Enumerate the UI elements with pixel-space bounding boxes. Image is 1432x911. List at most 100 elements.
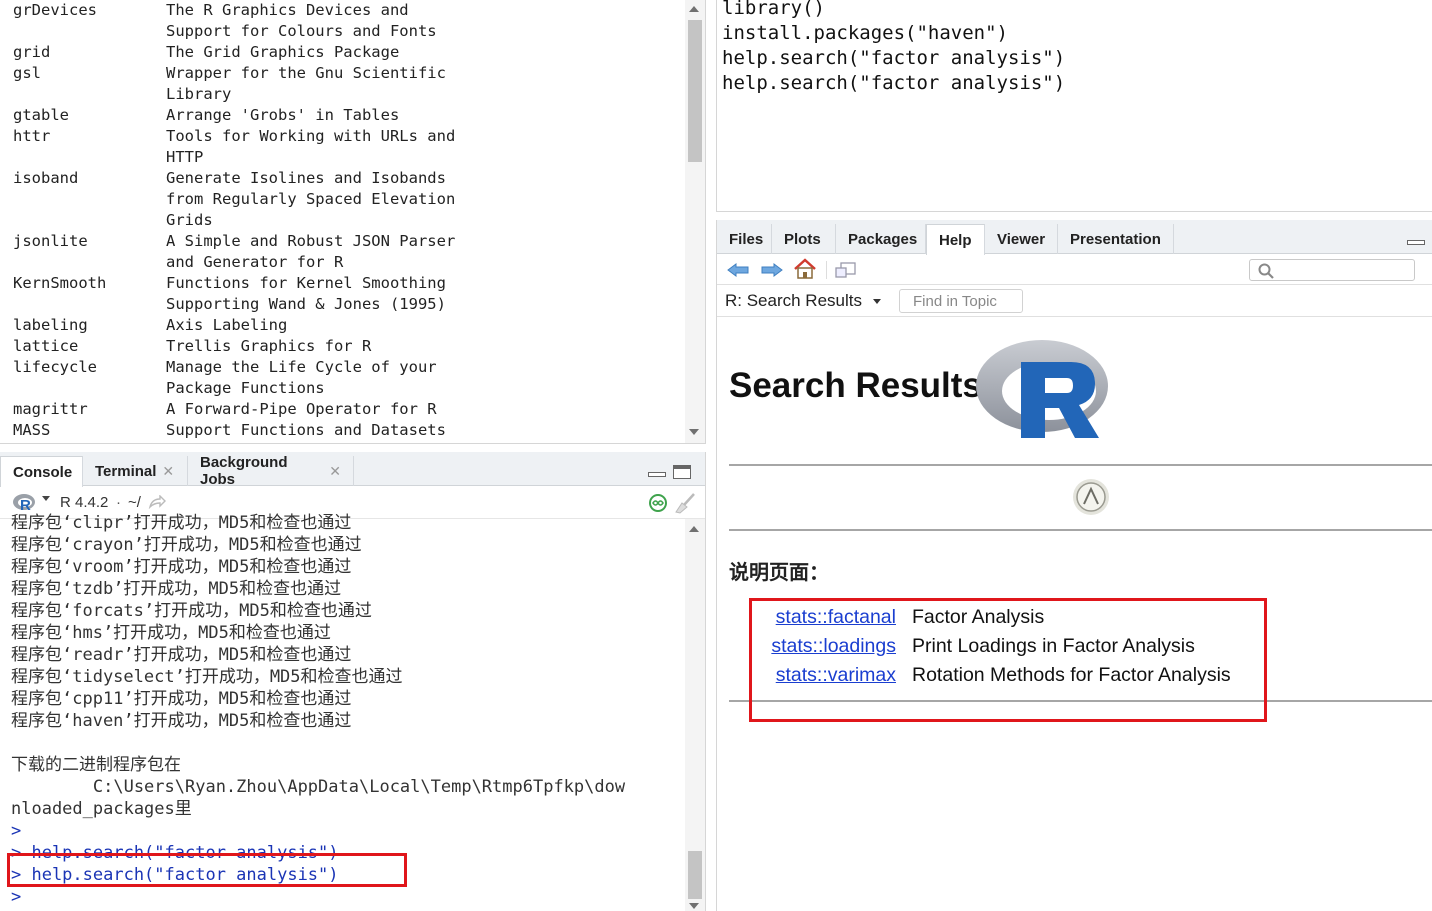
scroll-up-icon[interactable] bbox=[689, 6, 699, 12]
go-to-directory-icon[interactable] bbox=[148, 495, 166, 509]
console-tabbar: Console Terminal ✕ Background Jobs ✕ bbox=[0, 452, 705, 488]
package-name bbox=[13, 378, 166, 399]
close-icon[interactable]: ✕ bbox=[329, 463, 341, 480]
package-name[interactable]: grid bbox=[13, 42, 166, 63]
scroll-down-icon[interactable] bbox=[689, 903, 699, 909]
close-icon[interactable]: ✕ bbox=[162, 463, 174, 480]
section-title: 说明页面： bbox=[729, 560, 829, 584]
tab-label: Help bbox=[939, 231, 972, 249]
back-arrow-icon[interactable] bbox=[727, 263, 749, 277]
tab-label: Packages bbox=[848, 230, 918, 248]
package-description: and Generator for R bbox=[166, 253, 344, 271]
help-page-dropdown[interactable]: R: Search Results bbox=[725, 291, 881, 311]
tab-label: Files bbox=[729, 230, 764, 248]
package-row: lattice Trellis Graphics for R bbox=[13, 336, 673, 357]
package-description: A Simple and Robust JSON Parser bbox=[166, 232, 456, 250]
console-output-line: 程序包‘tidyselect’打开成功，MD5和检查也通过 bbox=[11, 667, 403, 687]
console-output-line: 程序包‘haven’打开成功，MD5和检查也通过 bbox=[11, 711, 352, 731]
package-name[interactable]: isoband bbox=[13, 168, 166, 189]
package-description: from Regularly Spaced Elevation bbox=[166, 190, 456, 208]
help-content: Search Results 说明页面： stats::factanal Fact… bbox=[717, 318, 1432, 911]
show-in-new-window-icon[interactable] bbox=[835, 261, 857, 279]
scroll-thumb[interactable] bbox=[688, 851, 702, 899]
package-description: Wrapper for the Gnu Scientific bbox=[166, 64, 446, 82]
package-row: KernSmooth Functions for Kernel Smoothing bbox=[13, 273, 673, 294]
package-row: Supporting Wand & Jones (1995) bbox=[13, 294, 673, 315]
svg-text:R: R bbox=[20, 497, 31, 513]
package-row: gtable Arrange 'Grobs' in Tables bbox=[13, 105, 673, 126]
broom-clear-icon[interactable] bbox=[672, 492, 698, 514]
minimize-icon[interactable] bbox=[1407, 240, 1425, 245]
packages-list: grDevices The R Graphics Devices and Suppo… bbox=[13, 0, 673, 441]
help-subbar: R: Search Results Find in Topic bbox=[717, 286, 1432, 317]
package-row: jsonlite A Simple and Robust JSON Parser bbox=[13, 231, 673, 252]
r-logo-icon[interactable]: R bbox=[12, 493, 38, 513]
tab-console[interactable]: Console bbox=[0, 456, 83, 487]
tab-files[interactable]: Files bbox=[717, 224, 772, 254]
editor-line[interactable]: help.search("factor analysis") bbox=[722, 46, 1065, 71]
package-row: grDevices The R Graphics Devices and bbox=[13, 0, 673, 21]
source-editor-pane[interactable]: library() install.packages("haven") help… bbox=[716, 0, 1432, 212]
package-name[interactable]: labeling bbox=[13, 315, 166, 336]
scroll-down-icon[interactable] bbox=[689, 429, 699, 435]
package-row: and Generator for R bbox=[13, 252, 673, 273]
package-name[interactable]: grDevices bbox=[13, 0, 166, 21]
editor-line[interactable]: help.search("factor analysis") bbox=[722, 71, 1065, 96]
console-output-line: 程序包‘tzdb’打开成功，MD5和检查也通过 bbox=[11, 579, 342, 599]
package-name[interactable]: lifecycle bbox=[13, 357, 166, 378]
highlight-box-results bbox=[749, 598, 1267, 722]
unsaved-indicator-icon[interactable] bbox=[648, 493, 668, 513]
divider bbox=[729, 464, 1432, 466]
maximize-icon[interactable] bbox=[673, 465, 691, 479]
package-row: Library bbox=[13, 84, 673, 105]
package-name[interactable]: MASS bbox=[13, 420, 166, 441]
tab-label: Presentation bbox=[1070, 230, 1161, 248]
home-icon[interactable] bbox=[793, 258, 817, 280]
tab-terminal[interactable]: Terminal ✕ bbox=[83, 456, 188, 486]
minimize-icon[interactable] bbox=[648, 472, 666, 477]
package-row: MASS Support Functions and Datasets bbox=[13, 420, 673, 441]
package-name[interactable]: gtable bbox=[13, 105, 166, 126]
package-name[interactable]: magrittr bbox=[13, 399, 166, 420]
package-name[interactable]: jsonlite bbox=[13, 231, 166, 252]
package-row: from Regularly Spaced Elevation bbox=[13, 189, 673, 210]
editor-line[interactable]: library() bbox=[722, 0, 1065, 21]
toolbar-divider bbox=[826, 261, 827, 279]
find-in-topic-input[interactable]: Find in Topic bbox=[899, 289, 1023, 313]
package-row: gsl Wrapper for the Gnu Scientific bbox=[13, 63, 673, 84]
page-title: Search Results bbox=[729, 366, 982, 405]
package-row: HTTP bbox=[13, 147, 673, 168]
package-name[interactable]: KernSmooth bbox=[13, 273, 166, 294]
path-separator: · bbox=[116, 494, 121, 511]
tab-label: Viewer bbox=[997, 230, 1046, 248]
console-output-line: 程序包‘hms’打开成功，MD5和检查也通过 bbox=[11, 623, 331, 643]
scroll-thumb[interactable] bbox=[688, 20, 702, 162]
editor-line[interactable]: install.packages("haven") bbox=[722, 21, 1065, 46]
tab-help[interactable]: Help bbox=[926, 224, 985, 255]
scroll-up-icon[interactable] bbox=[689, 526, 699, 532]
console-pane: Console Terminal ✕ Background Jobs ✕ R R… bbox=[0, 452, 706, 911]
package-name[interactable]: httr bbox=[13, 126, 166, 147]
package-name[interactable]: lattice bbox=[13, 336, 166, 357]
tab-background-jobs[interactable]: Background Jobs ✕ bbox=[188, 454, 354, 488]
tab-plots[interactable]: Plots bbox=[772, 224, 836, 254]
packages-scrollbar[interactable] bbox=[685, 0, 705, 443]
find-in-topic-label: Find in Topic bbox=[913, 292, 997, 310]
working-directory: ~/ bbox=[128, 494, 141, 511]
tab-viewer[interactable]: Viewer bbox=[985, 224, 1058, 254]
console-output-line: 下载的二进制程序包在 bbox=[11, 755, 181, 775]
tab-packages[interactable]: Packages bbox=[836, 224, 926, 254]
package-name bbox=[13, 21, 166, 42]
chevron-down-icon[interactable] bbox=[42, 496, 50, 501]
tab-label: Terminal bbox=[95, 462, 157, 480]
package-name[interactable]: gsl bbox=[13, 63, 166, 84]
console-scrollbar[interactable] bbox=[685, 519, 705, 911]
tab-presentation[interactable]: Presentation bbox=[1058, 224, 1174, 254]
help-search-input[interactable] bbox=[1249, 259, 1415, 281]
forward-arrow-icon[interactable] bbox=[761, 263, 783, 277]
package-row: Package Functions bbox=[13, 378, 673, 399]
help-tabbar: Files Plots Packages Help Viewer Present… bbox=[717, 220, 1432, 255]
console-output[interactable]: 程序包‘clipr’打开成功，MD5和检查也通过 程序包‘crayon’打开成功，… bbox=[11, 512, 681, 908]
r-logo-icon bbox=[976, 340, 1108, 438]
